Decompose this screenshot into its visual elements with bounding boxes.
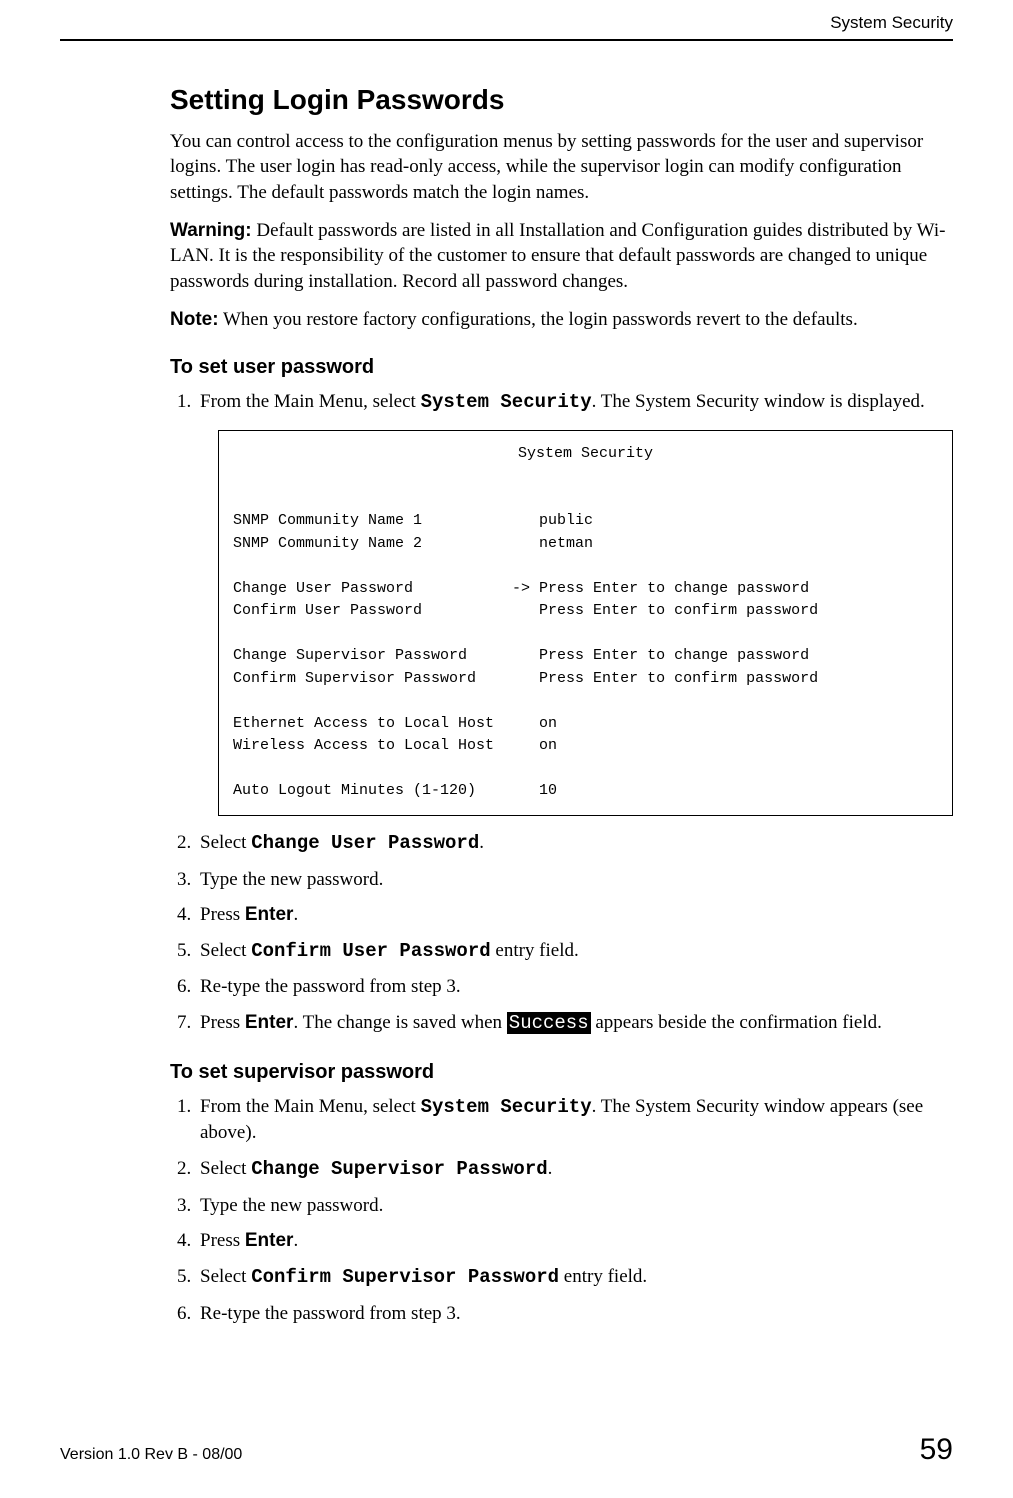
key-name: Enter [245, 1012, 294, 1033]
terminal-line: Change Supervisor Password Press Enter t… [233, 647, 809, 664]
running-head: System Security [60, 0, 953, 35]
warning-label: Warning: [170, 220, 252, 241]
terminal-line: Auto Logout Minutes (1-120) 10 [233, 782, 557, 799]
list-item: Re-type the password from step 3. [196, 1301, 953, 1327]
list-item: Select Confirm User Password entry field… [196, 938, 953, 965]
section-title: Setting Login Passwords [170, 81, 953, 119]
list-item: Select Confirm Supervisor Password entry… [196, 1264, 953, 1291]
terminal-line: Wireless Access to Local Host on [233, 737, 557, 754]
version-text: Version 1.0 Rev B - 08/00 [60, 1444, 242, 1466]
page-footer: Version 1.0 Rev B - 08/00 59 [60, 1430, 953, 1471]
supervisor-password-steps: From the Main Menu, select System Securi… [170, 1094, 953, 1326]
list-item: Type the new password. [196, 1193, 953, 1219]
menu-command: System Security [421, 391, 592, 413]
terminal-line: Ethernet Access to Local Host on [233, 715, 557, 732]
content-body: Setting Login Passwords You can control … [170, 81, 953, 1326]
user-password-heading: To set user password [170, 354, 953, 381]
terminal-window: System Security SNMP Community Name 1 pu… [218, 430, 953, 816]
note-label: Note: [170, 309, 219, 330]
list-item: Press Enter. [196, 1228, 953, 1254]
status-success: Success [507, 1012, 591, 1034]
page-number: 59 [920, 1430, 953, 1471]
list-item: Type the new password. [196, 867, 953, 893]
terminal-line: SNMP Community Name 2 netman [233, 535, 593, 552]
key-name: Enter [245, 904, 294, 925]
list-item: From the Main Menu, select System Securi… [196, 1094, 953, 1146]
note-body: When you restore factory configurations,… [219, 309, 858, 330]
terminal-line: Confirm Supervisor Password Press Enter … [233, 670, 818, 687]
note-paragraph: Note: When you restore factory configura… [170, 307, 953, 333]
list-item: Select Change User Password. [196, 830, 953, 857]
warning-paragraph: Warning: Default passwords are listed in… [170, 218, 953, 295]
list-item: Re-type the password from step 3. [196, 974, 953, 1000]
terminal-line: SNMP Community Name 1 public [233, 512, 593, 529]
menu-command: Confirm Supervisor Password [251, 1266, 559, 1288]
header-rule [60, 39, 953, 41]
terminal-title: System Security [233, 443, 938, 466]
menu-command: System Security [421, 1096, 592, 1118]
intro-paragraph: You can control access to the configurat… [170, 129, 953, 206]
warning-body: Default passwords are listed in all Inst… [170, 220, 945, 292]
menu-command: Confirm User Password [251, 940, 490, 962]
menu-command: Change Supervisor Password [251, 1158, 547, 1180]
list-item: Select Change Supervisor Password. [196, 1156, 953, 1183]
supervisor-password-heading: To set supervisor password [170, 1059, 953, 1086]
user-password-steps: From the Main Menu, select System Securi… [170, 389, 953, 1036]
list-item: Press Enter. The change is saved when Su… [196, 1010, 953, 1037]
key-name: Enter [245, 1230, 294, 1251]
menu-command: Change User Password [251, 832, 479, 854]
list-item: Press Enter. [196, 902, 953, 928]
terminal-line: Confirm User Password Press Enter to con… [233, 602, 818, 619]
terminal-line: Change User Password -> Press Enter to c… [233, 580, 809, 597]
list-item: From the Main Menu, select System Securi… [196, 389, 953, 816]
